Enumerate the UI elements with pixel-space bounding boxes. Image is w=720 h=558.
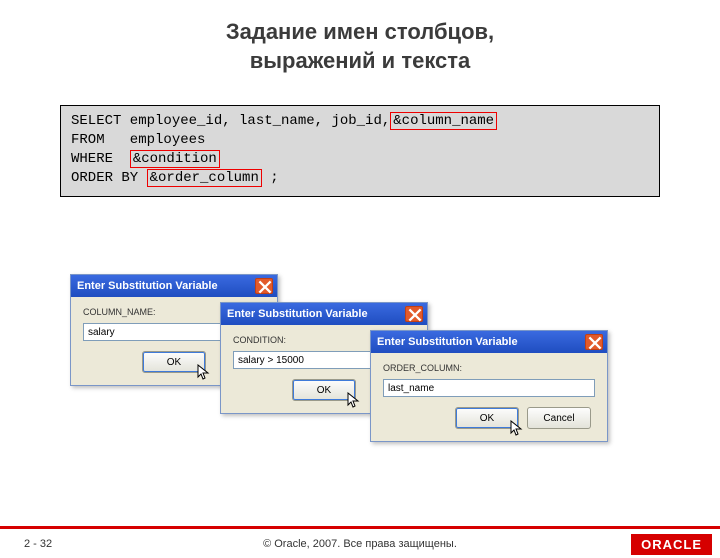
titlebar: Enter Substitution Variable — [221, 303, 427, 325]
ok-label: OK — [167, 357, 181, 368]
ok-button[interactable]: OK — [142, 351, 206, 373]
sql-line-1: SELECT employee_id, last_name, job_id,&c… — [71, 112, 649, 131]
titlebar: Enter Substitution Variable — [371, 331, 607, 353]
footer-bar: 2 - 32 © Oracle, 2007. Все права защищен… — [0, 530, 720, 558]
substitution-var-column: &column_name — [390, 112, 497, 130]
slide-title: Задание имен столбцов, выражений и текст… — [0, 18, 720, 75]
ok-label: OK — [480, 413, 494, 424]
sql-text: ORDER BY — [71, 170, 147, 186]
close-icon[interactable] — [255, 278, 273, 294]
close-icon[interactable] — [585, 334, 603, 350]
dialog-body: ORDER_COLUMN: OK Cancel — [371, 353, 607, 441]
titlebar: Enter Substitution Variable — [71, 275, 277, 297]
footer: 2 - 32 © Oracle, 2007. Все права защищен… — [0, 526, 720, 558]
dialog-title: Enter Substitution Variable — [225, 308, 368, 320]
sql-line-4: ORDER BY &order_column ; — [71, 169, 649, 188]
dialog-order-column: Enter Substitution Variable ORDER_COLUMN… — [370, 330, 608, 442]
ok-button[interactable]: OK — [455, 407, 519, 429]
sql-code-block: SELECT employee_id, last_name, job_id,&c… — [60, 105, 660, 197]
dialog-stack: Enter Substitution Variable COLUMN_NAME:… — [70, 274, 670, 494]
cancel-label: Cancel — [543, 413, 574, 424]
cursor-icon — [347, 392, 361, 410]
dialog-title: Enter Substitution Variable — [75, 280, 218, 292]
substitution-var-order: &order_column — [147, 169, 262, 187]
sql-text: ; — [262, 170, 279, 186]
sql-text: WHERE — [71, 151, 130, 167]
cursor-icon — [510, 420, 524, 438]
button-row: OK Cancel — [383, 407, 595, 429]
close-icon[interactable] — [405, 306, 423, 322]
cursor-icon — [197, 364, 211, 382]
oracle-logo: ORACLE — [631, 534, 712, 555]
title-line2: выражений и текста — [0, 47, 720, 76]
ok-button[interactable]: OK — [292, 379, 356, 401]
sql-line-3: WHERE &condition — [71, 150, 649, 169]
ok-label: OK — [317, 385, 331, 396]
substitution-var-condition: &condition — [130, 150, 220, 168]
cancel-button[interactable]: Cancel — [527, 407, 591, 429]
field-label: ORDER_COLUMN: — [383, 363, 595, 373]
dialog-title: Enter Substitution Variable — [375, 336, 518, 348]
sql-text: SELECT employee_id, last_name, job_id, — [71, 113, 390, 129]
sql-line-2: FROM employees — [71, 131, 649, 150]
title-line1: Задание имен столбцов, — [0, 18, 720, 47]
order-column-input[interactable] — [383, 379, 595, 397]
